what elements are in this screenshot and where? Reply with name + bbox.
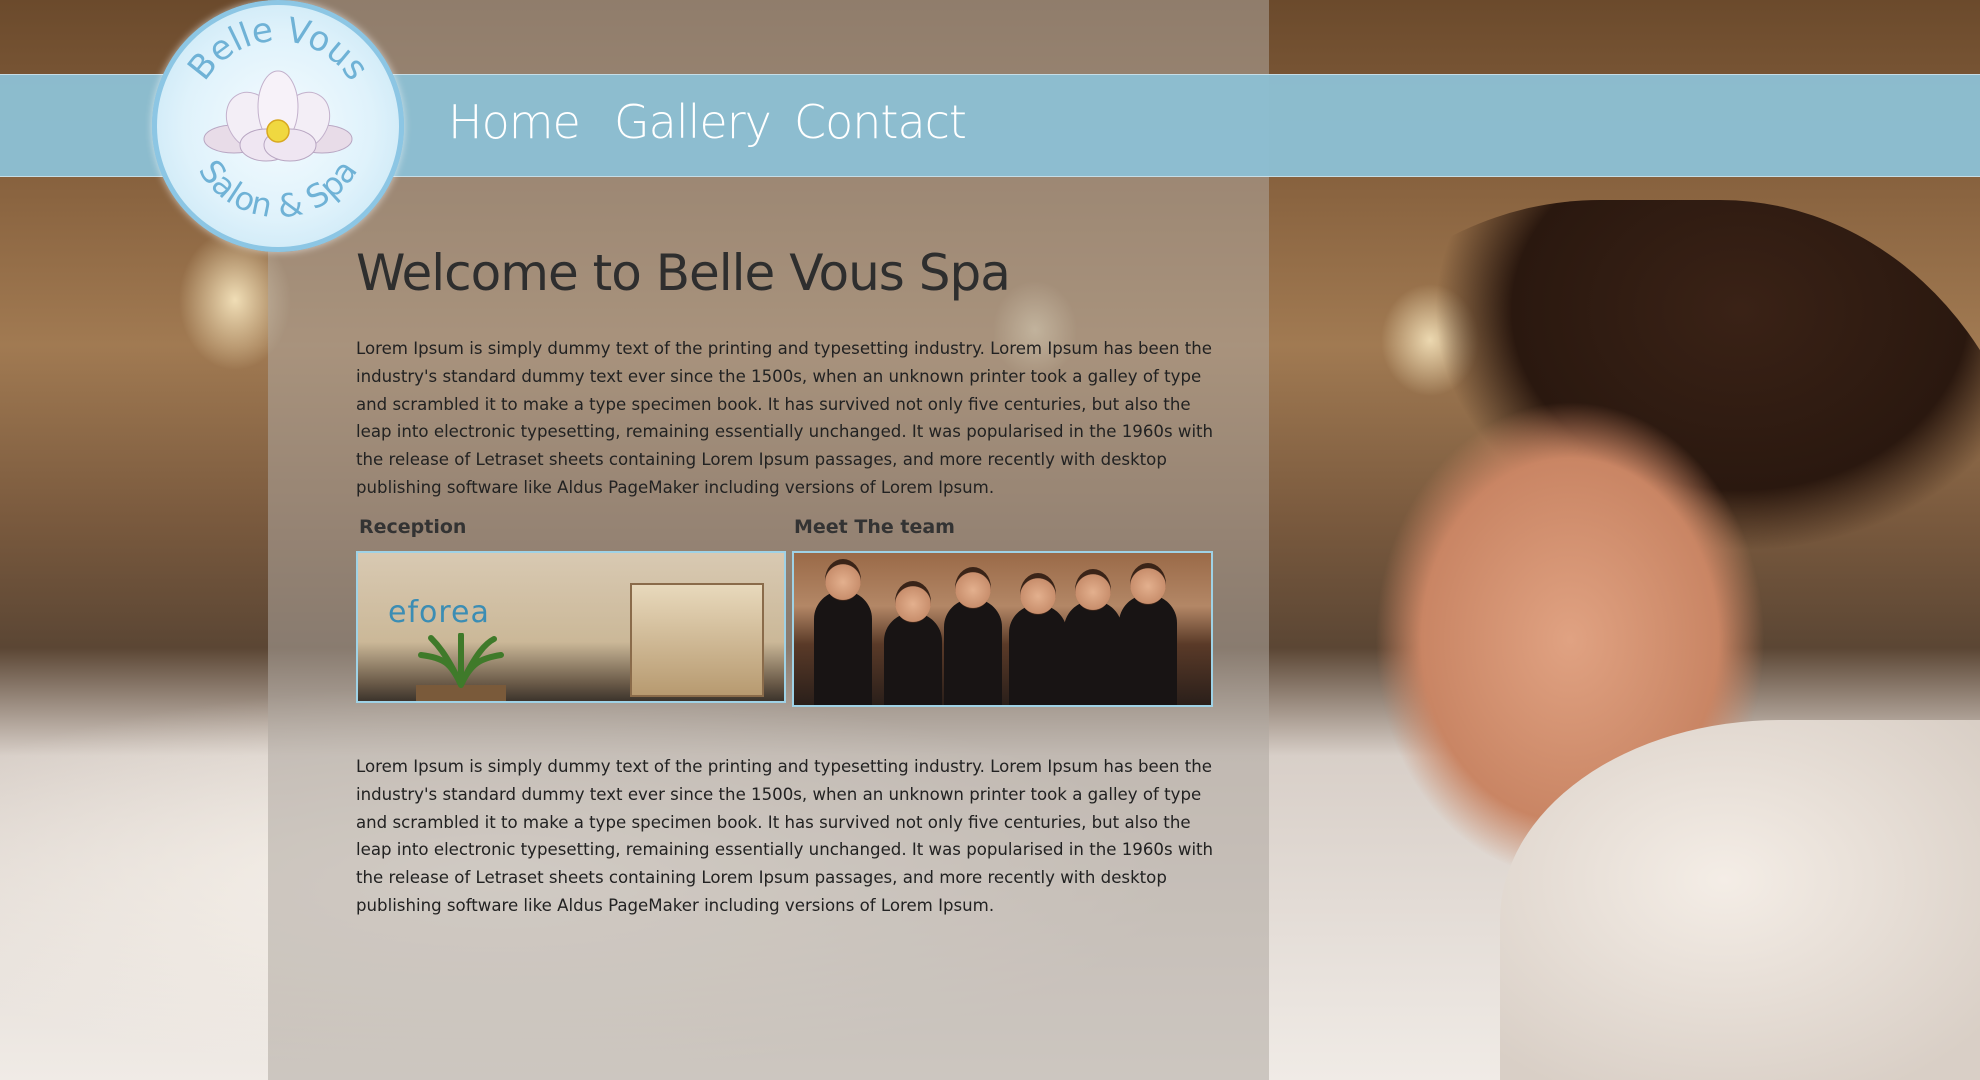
- team-member: [1119, 563, 1177, 705]
- team-image[interactable]: [792, 551, 1213, 707]
- team-label: Meet The team: [794, 516, 955, 538]
- reception-door: [630, 583, 764, 697]
- nav-home[interactable]: Home: [448, 95, 581, 149]
- intro-paragraph: Lorem Ipsum is simply dummy text of the …: [356, 339, 1214, 497]
- logo[interactable]: Belle Vous Salon & Spa: [152, 0, 404, 252]
- nav-contact[interactable]: Contact: [794, 95, 967, 149]
- reception-image[interactable]: eforea: [356, 551, 786, 703]
- reception-label: Reception: [359, 516, 467, 538]
- plant-icon: [416, 633, 506, 701]
- team-member: [884, 581, 942, 705]
- reception-sign-text: eforea: [388, 595, 490, 630]
- team-member: [1009, 573, 1067, 705]
- logo-graphic: Belle Vous Salon & Spa: [180, 10, 376, 226]
- page: Home Gallery Contact Belle Vous Salon & …: [0, 0, 1980, 1080]
- nav-gallery[interactable]: Gallery: [614, 95, 772, 149]
- page-title: Welcome to Belle Vous Spa: [356, 244, 1011, 302]
- logo-text-bottom: Salon & Spa: [191, 153, 365, 226]
- lotus-flower-icon: [203, 70, 353, 162]
- team-member: [944, 567, 1002, 705]
- team-member: [1064, 569, 1122, 705]
- team-member: [814, 559, 872, 705]
- second-paragraph: Lorem Ipsum is simply dummy text of the …: [356, 757, 1214, 915]
